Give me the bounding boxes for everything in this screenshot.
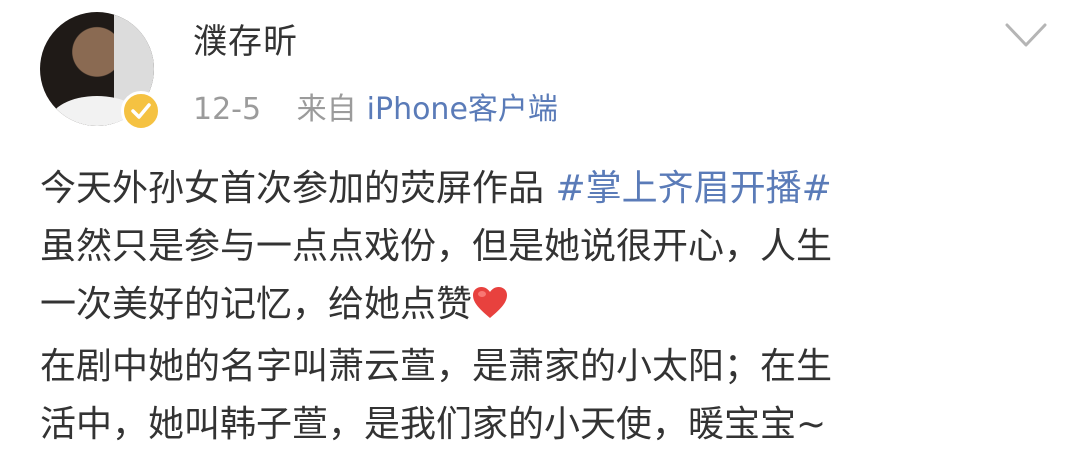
post-line-4: 在剧中她的名字叫萧云萱，是萧家的小太阳；在生 [40,346,833,387]
author-name[interactable]: 濮存昕 [193,14,298,63]
source-prefix: 来自 [296,92,357,127]
post-line-1: 今天外孙女首次参加的荧屏作品 #掌上齐眉开播# [40,160,1080,218]
post-meta: 12-5 来自 iPhone客户端 [193,84,584,128]
post-line-3: 一次美好的记忆，给她点赞 [40,276,1080,338]
topic-tag-link[interactable]: #掌上齐眉开播# [555,168,831,209]
heart-emoji-icon [472,280,508,338]
verified-badge-icon [121,91,161,131]
chevron-down-icon[interactable] [1004,20,1048,50]
post-text: 今天外孙女首次参加的荧屏作品 [40,168,556,209]
source-device-link[interactable]: iPhone客户端 [367,92,558,127]
post-text: 一次美好的记忆，给她点赞 [40,284,473,325]
post-body: 今天外孙女首次参加的荧屏作品 #掌上齐眉开播# 虽然只是参与一点点戏份，但是她说… [40,160,1080,454]
post-line-5: 活中，她叫韩子萱，是我们家的小天使，暖宝宝~ [40,404,827,445]
post-line-2: 虽然只是参与一点点戏份，但是她说很开心，人生 [40,226,833,267]
post-date: 12-5 [193,92,262,127]
